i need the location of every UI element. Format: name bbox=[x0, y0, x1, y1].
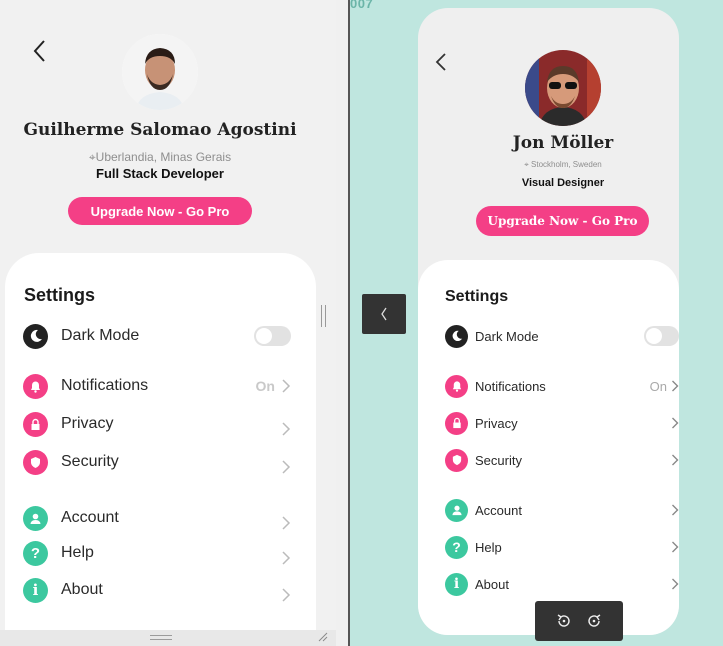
chevron-right-icon bbox=[282, 422, 291, 436]
setting-label: About bbox=[475, 576, 509, 592]
chevron-right-icon bbox=[672, 578, 679, 590]
setting-label: Help bbox=[61, 544, 94, 561]
profile-location: ⌖ Stockholm, Sweden bbox=[524, 160, 602, 169]
setting-help[interactable]: ? Help bbox=[445, 535, 679, 559]
resize-corner-icon[interactable] bbox=[318, 632, 328, 642]
setting-privacy[interactable]: Privacy bbox=[445, 411, 679, 435]
setting-label: Notifications bbox=[475, 378, 546, 394]
chevron-right-icon bbox=[672, 454, 679, 466]
notifications-status: On bbox=[649, 378, 667, 394]
chevron-right-icon bbox=[282, 516, 291, 530]
location-pin-icon: ⌖ bbox=[524, 160, 532, 169]
setting-label: Help bbox=[475, 539, 502, 555]
setting-label: Dark Mode bbox=[475, 328, 539, 344]
upgrade-button[interactable]: Upgrade Now - Go Pro bbox=[476, 206, 649, 236]
avatar bbox=[525, 50, 601, 126]
setting-label: Privacy bbox=[61, 415, 114, 432]
avatar bbox=[122, 34, 198, 110]
setting-label: Notifications bbox=[61, 377, 149, 394]
setting-security[interactable]: Security bbox=[23, 449, 291, 475]
info-icon: i bbox=[23, 577, 48, 603]
shield-icon bbox=[23, 449, 48, 475]
chevron-right-icon bbox=[282, 379, 291, 393]
setting-help[interactable]: ? Help bbox=[23, 540, 291, 566]
lock-icon bbox=[445, 411, 468, 435]
setting-account[interactable]: Account bbox=[445, 498, 679, 522]
phone-mockup: Jon Möller ⌖ Stockholm, Sweden Visual De… bbox=[418, 8, 679, 635]
setting-label: Security bbox=[475, 452, 522, 468]
moon-icon bbox=[23, 323, 48, 349]
rotate-left-icon[interactable] bbox=[555, 612, 573, 630]
setting-account[interactable]: Account bbox=[23, 505, 291, 531]
setting-label: Account bbox=[61, 509, 119, 526]
setting-notifications[interactable]: Notifications On bbox=[445, 374, 679, 398]
setting-label: Security bbox=[61, 453, 119, 470]
settings-title: Settings bbox=[445, 288, 509, 305]
settings-title: Settings bbox=[24, 285, 96, 305]
chevron-right-icon bbox=[282, 551, 291, 565]
setting-label: About bbox=[61, 581, 103, 598]
back-arrow-icon[interactable] bbox=[434, 52, 448, 72]
settings-card: Settings Dark Mode Notifications On Priv… bbox=[5, 253, 316, 646]
profile-location: ⌖Uberlandia, Minas Gerais bbox=[88, 150, 232, 164]
setting-privacy[interactable]: Privacy bbox=[23, 411, 291, 437]
previous-button[interactable] bbox=[362, 294, 406, 334]
frame-label: 007 bbox=[350, 0, 374, 11]
setting-about[interactable]: i About bbox=[445, 572, 679, 596]
back-arrow-icon[interactable] bbox=[30, 38, 50, 64]
setting-security[interactable]: Security bbox=[445, 448, 679, 472]
dark-mode-toggle[interactable] bbox=[644, 326, 679, 346]
setting-label: Dark Mode bbox=[61, 327, 140, 344]
bell-icon bbox=[23, 373, 48, 399]
question-icon: ? bbox=[23, 540, 48, 566]
chevron-right-icon bbox=[672, 380, 679, 392]
setting-about[interactable]: i About bbox=[23, 577, 291, 603]
shield-icon bbox=[445, 448, 468, 472]
chevron-right-icon bbox=[282, 460, 291, 474]
location-pin-icon: ⌖ bbox=[88, 150, 96, 164]
chevron-right-icon bbox=[672, 541, 679, 553]
profile-name: Guilherme Salomao Agostini bbox=[23, 120, 297, 140]
chevron-right-icon bbox=[672, 417, 679, 429]
settings-card: Settings Dark Mode Notifications On Priv… bbox=[418, 260, 679, 635]
setting-dark-mode[interactable]: Dark Mode bbox=[445, 324, 679, 348]
vertical-resize-handle[interactable] bbox=[321, 305, 326, 327]
rotate-right-icon[interactable] bbox=[585, 612, 603, 630]
user-icon bbox=[23, 505, 48, 531]
live-preview-panel: Guilherme Salomao Agostini ⌖Uberlandia, … bbox=[0, 0, 336, 646]
chevron-left-icon bbox=[381, 307, 387, 321]
lock-icon bbox=[23, 411, 48, 437]
profile-name: Jon Möller bbox=[512, 133, 614, 153]
setting-notifications[interactable]: Notifications On bbox=[23, 373, 291, 399]
profile-role: Full Stack Developer bbox=[96, 166, 224, 181]
bell-icon bbox=[445, 374, 468, 398]
dark-mode-toggle[interactable] bbox=[254, 326, 291, 346]
notifications-status: On bbox=[255, 378, 275, 394]
moon-icon bbox=[445, 324, 468, 348]
setting-label: Account bbox=[475, 502, 522, 518]
user-icon bbox=[445, 498, 468, 522]
setting-label: Privacy bbox=[475, 415, 518, 431]
setting-dark-mode[interactable]: Dark Mode bbox=[23, 323, 291, 349]
resize-grip-icon[interactable] bbox=[150, 635, 172, 640]
chevron-right-icon bbox=[282, 588, 291, 602]
upgrade-button[interactable]: Upgrade Now - Go Pro bbox=[68, 197, 252, 225]
rotate-toolbar bbox=[535, 601, 623, 641]
chevron-right-icon bbox=[672, 504, 679, 516]
bottom-resize-bar[interactable] bbox=[0, 630, 336, 646]
info-icon: i bbox=[445, 572, 468, 596]
profile-role: Visual Designer bbox=[521, 177, 605, 189]
question-icon: ? bbox=[445, 535, 468, 559]
